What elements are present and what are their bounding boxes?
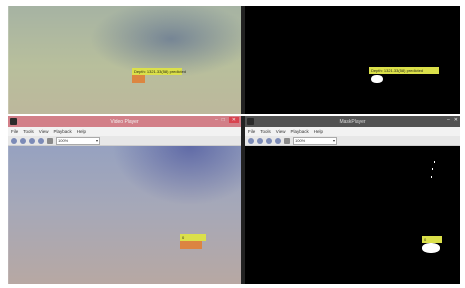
minimize-button[interactable]: – (215, 117, 218, 123)
menu-help[interactable]: Help (77, 129, 86, 134)
zoom-select[interactable]: 100% ▾ (293, 136, 337, 145)
video-menubar: File Tools View Playback Help (8, 127, 241, 136)
window-controls: – ✕ (447, 117, 458, 123)
zoom-in-icon[interactable] (257, 137, 263, 144)
zoom-select[interactable]: 100% ▾ (56, 136, 100, 145)
top-video-frame: Depth: 1321.33(58) predicted (8, 6, 241, 116)
menu-help[interactable]: Help (314, 129, 323, 134)
close-button[interactable]: ✕ (454, 117, 458, 123)
mask-player-window: MaskPlayer – ✕ File Tools View Playback … (245, 116, 460, 284)
mask-object-label: 0 (422, 236, 442, 243)
depth-prediction-text: Depth: 1321.33(58) predicted (134, 69, 187, 74)
close-button[interactable]: ✕ (228, 117, 239, 123)
video-player-titlebar[interactable]: Video Player – □ ✕ (8, 116, 241, 127)
video-toolbar: 100% ▾ (8, 136, 241, 146)
zoom-out-icon[interactable] (266, 137, 272, 144)
menu-playback[interactable]: Playback (53, 129, 71, 134)
screenshot-frame: Depth: 1321.33(58) predicted Depth: 1321… (8, 6, 460, 284)
app-icon (247, 118, 254, 125)
maximize-button[interactable]: □ (222, 117, 225, 123)
object-label-text: 0 (182, 235, 185, 240)
mask-blob (371, 75, 383, 83)
menu-view[interactable]: View (276, 129, 286, 134)
zoom-value: 100% (295, 138, 306, 143)
mask-object-label-text: 0 (424, 237, 427, 242)
fit-icon[interactable] (47, 137, 53, 144)
mask-object-blob (422, 243, 440, 253)
object-label: 0 (180, 234, 206, 241)
rotate-icon[interactable] (38, 137, 44, 144)
menu-view[interactable]: View (39, 129, 49, 134)
app-icon (10, 118, 17, 125)
menu-file[interactable]: File (248, 129, 255, 134)
mask-depth-label: Depth: 1321.33(58) predicted (369, 67, 439, 74)
horizontal-divider (8, 114, 460, 116)
mask-toolbar: 100% ▾ (245, 136, 460, 146)
depth-prediction-label: Depth: 1321.33(58) predicted (132, 68, 186, 75)
info-icon[interactable] (248, 137, 254, 144)
zoom-in-icon[interactable] (20, 137, 26, 144)
video-player-window: Video Player – □ ✕ File Tools View Playb… (8, 116, 241, 284)
mask-speck (434, 161, 435, 163)
mask-depth-text: Depth: 1321.33(58) predicted (371, 68, 424, 73)
menu-playback[interactable]: Playback (290, 129, 308, 134)
minimize-button[interactable]: – (447, 117, 450, 123)
video-player-title: Video Player (110, 118, 139, 125)
zoom-value: 100% (58, 138, 69, 143)
mask-player-title: MaskPlayer (339, 118, 366, 125)
mask-speck (431, 176, 432, 178)
menu-file[interactable]: File (11, 129, 18, 134)
mask-speck (432, 168, 433, 170)
zoom-out-icon[interactable] (29, 137, 35, 144)
vertical-divider (241, 6, 245, 284)
window-controls: – □ ✕ (215, 117, 239, 123)
info-icon[interactable] (11, 137, 17, 144)
top-mask-frame: Depth: 1321.33(58) predicted (245, 6, 460, 116)
chevron-down-icon: ▾ (95, 138, 98, 143)
fit-icon[interactable] (284, 137, 290, 144)
mask-menubar: File Tools View Playback Help (245, 127, 460, 136)
mask-player-titlebar[interactable]: MaskPlayer – ✕ (245, 116, 460, 127)
object-box (180, 241, 202, 249)
menu-tools[interactable]: Tools (260, 129, 271, 134)
chevron-down-icon: ▾ (332, 138, 335, 143)
rotate-icon[interactable] (275, 137, 281, 144)
menu-tools[interactable]: Tools (23, 129, 34, 134)
detection-box (132, 75, 145, 83)
